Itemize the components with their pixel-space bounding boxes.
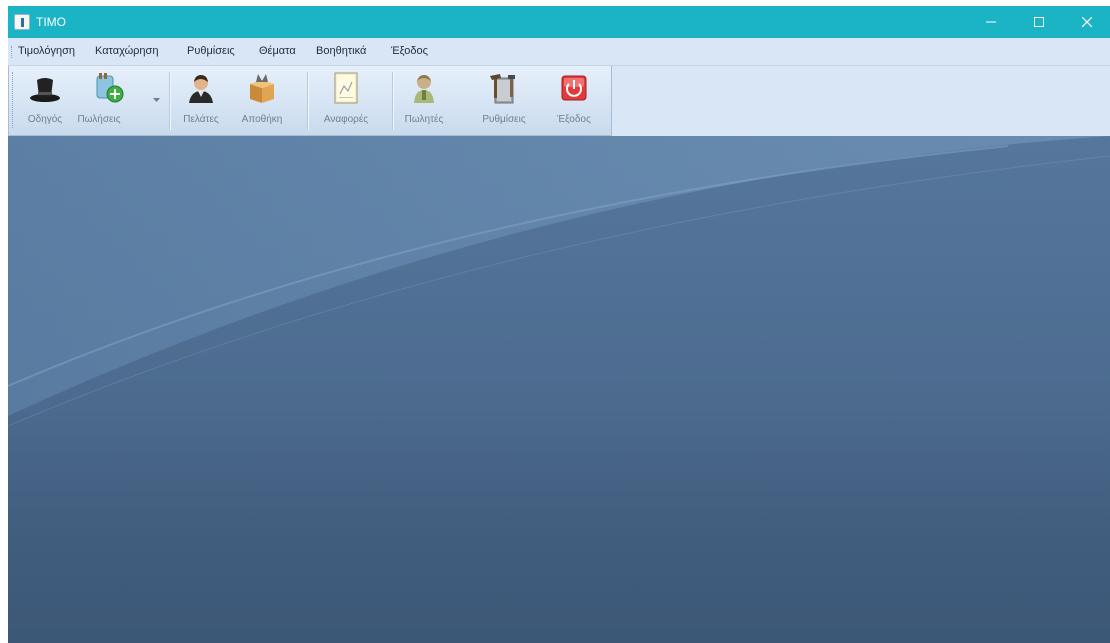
report-icon — [334, 72, 358, 104]
toolbar-button-sales[interactable]: Πωλήσεις — [69, 68, 153, 134]
menu-themes[interactable]: Θέματα — [259, 44, 296, 58]
top-hat-icon — [30, 78, 60, 102]
toolbar-background — [612, 66, 1110, 136]
menu-tools[interactable]: Βοηθητικά — [316, 44, 366, 58]
toolbar-label: Πωλητές — [404, 114, 444, 125]
toolbar-separator — [169, 72, 171, 130]
toolbar-separator — [392, 72, 394, 130]
menu-invoicing[interactable]: Τιμολόγηση — [18, 44, 75, 58]
toolbar-label: Ρυθμίσεις — [482, 114, 526, 125]
toolbar-button-exit[interactable]: Έξοδος — [546, 68, 602, 134]
menu-entry[interactable]: Καταχώρηση — [95, 44, 158, 58]
workspace-background — [8, 136, 1110, 643]
customer-icon — [189, 75, 213, 103]
title-bar[interactable]: TIMO — [8, 6, 1110, 38]
toolbar-label: Έξοδος — [557, 114, 591, 125]
toolbar-label: Αναφορές — [323, 114, 369, 125]
salesman-icon — [414, 75, 434, 103]
toolbar-label: Αποθήκη — [241, 114, 283, 125]
toolbar-button-salesmen[interactable]: Πωλητές — [396, 68, 452, 134]
toolbar-button-settings[interactable]: Ρυθμίσεις — [476, 68, 532, 134]
app-icon[interactable] — [14, 14, 30, 30]
toolbar-button-customers[interactable]: Πελάτες — [172, 68, 230, 134]
settings-tools-icon — [490, 74, 515, 104]
toolbar-separator — [307, 72, 309, 130]
toolbar-button-reports[interactable]: Αναφορές — [311, 68, 381, 134]
toolbar-label: Πωλήσεις — [77, 114, 121, 125]
toolbar-label: Πελάτες — [183, 114, 219, 125]
window-title: TIMO — [36, 15, 66, 29]
menu-grip[interactable] — [11, 46, 14, 58]
toolbar-button-warehouse[interactable]: Αποθήκη — [230, 68, 294, 134]
toolbar-grip[interactable] — [12, 72, 15, 128]
app-window: TIMO Τιμολόγηση Καταχώρηση Ρυθμίσεις Θέμ… — [8, 6, 1110, 643]
close-button[interactable] — [1064, 6, 1110, 38]
maximize-icon — [1034, 17, 1044, 27]
menu-exit[interactable]: Έξοδος — [391, 44, 428, 58]
warehouse-box-icon — [250, 74, 274, 103]
minimize-button[interactable] — [968, 6, 1014, 38]
menu-bar: Τιμολόγηση Καταχώρηση Ρυθμίσεις Θέματα Β… — [8, 38, 1110, 66]
close-icon — [1082, 17, 1092, 27]
minimize-icon — [986, 21, 996, 23]
sales-add-icon — [96, 73, 124, 103]
sales-dropdown-arrow-icon[interactable] — [153, 98, 160, 102]
power-exit-icon — [561, 75, 587, 101]
maximize-button[interactable] — [1016, 6, 1062, 38]
mdi-workspace[interactable] — [8, 136, 1110, 643]
menu-settings[interactable]: Ρυθμίσεις — [187, 44, 235, 58]
toolbar: Οδηγός Πωλήσεις Πελάτες Αποθήκη Αναφορές… — [8, 66, 612, 136]
